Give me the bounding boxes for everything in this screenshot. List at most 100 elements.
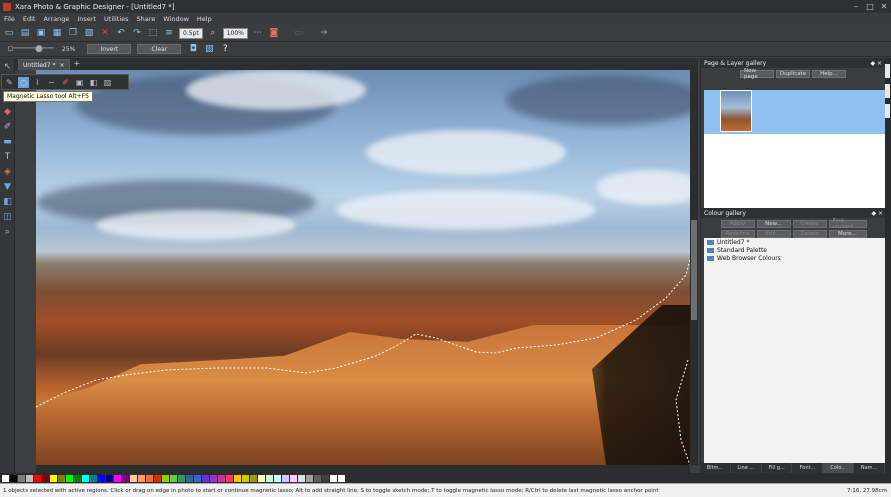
gallery-strip-tab[interactable] [885,64,890,78]
page-help-button[interactable]: Help... [812,70,846,78]
menu-help[interactable]: Help [197,15,212,23]
find-unused-button[interactable]: Find unused [828,218,867,230]
tab-font-gallery[interactable]: Font... [792,463,824,473]
palette-swatch[interactable] [34,474,41,482]
horizontal-scrollbar[interactable] [36,465,690,473]
palette-swatch[interactable] [226,474,233,482]
palette-swatch[interactable] [234,474,241,482]
menu-edit[interactable]: Edit [23,15,36,23]
slider-icon[interactable]: ▫────●── [3,43,58,55]
palette-swatch[interactable] [218,474,225,482]
palette-swatch[interactable] [42,474,49,482]
new-tab-button[interactable]: + [74,59,81,70]
apply-button[interactable]: Apply [720,220,755,228]
gallery-strip-tab[interactable] [885,104,890,118]
menu-share[interactable]: Share [137,15,156,23]
palette-swatch[interactable] [2,474,9,482]
palette-swatch[interactable] [194,474,201,482]
palette-swatch[interactable] [10,474,17,482]
gallery-strip-tab[interactable] [885,84,890,98]
palette-swatch[interactable] [186,474,193,482]
create-button[interactable]: Create [792,220,827,228]
copy-icon[interactable]: ❐ [67,27,79,39]
vertical-scrollbar[interactable] [690,70,698,465]
transparency-tool-icon[interactable]: ▼ [1,180,14,193]
palette-swatch[interactable] [154,474,161,482]
palette-swatch[interactable] [50,474,57,482]
mask-preview-icon[interactable]: ▨ [102,77,113,88]
palette-swatch[interactable] [322,474,329,482]
close-icon[interactable]: ✕ [877,2,891,11]
redo-icon[interactable]: ↷ [131,27,143,39]
palette-swatch[interactable] [58,474,65,482]
gallery-close-icon[interactable]: ◆ × [870,60,882,67]
magnetic-lasso-icon[interactable]: ◌ [18,76,29,88]
invert-button[interactable]: Invert [87,44,132,54]
palette-swatch[interactable] [122,474,129,482]
text-tool-icon[interactable]: T [1,150,14,163]
clear-button[interactable]: Clear [137,44,182,54]
palette-swatch[interactable] [242,474,249,482]
palette-swatch[interactable] [114,474,121,482]
palette-swatch[interactable] [26,474,33,482]
list-item[interactable]: Untitled7 * [704,238,886,246]
new-colour-button[interactable]: New... [756,220,791,228]
palette-swatch[interactable] [138,474,145,482]
palette-swatch[interactable] [338,474,345,482]
palette-swatch[interactable] [82,474,89,482]
rectangle-tool-icon[interactable]: ▬ [1,135,14,148]
tab-colour-gallery[interactable]: Colo... [823,463,855,473]
palette-swatch[interactable] [250,474,257,482]
mask-icon[interactable]: ▨ [203,43,215,55]
palette-swatch[interactable] [282,474,289,482]
feather-icon[interactable]: ✐ [60,77,71,88]
camera-icon[interactable]: ◘ [187,43,199,55]
palette-swatch[interactable] [274,474,281,482]
palette-swatch[interactable] [314,474,321,482]
menu-utilities[interactable]: Utilities [104,15,128,23]
redefine-button[interactable]: Redefine [720,230,755,238]
palette-swatch[interactable] [202,474,209,482]
scroll-thumb[interactable] [691,220,697,320]
line-width-select[interactable]: 0.5pt [179,27,203,39]
palette-swatch[interactable] [130,474,137,482]
arrow-right-icon[interactable]: ➔ [318,27,330,39]
palette-swatch[interactable] [74,474,81,482]
help-icon[interactable]: ? [219,43,231,55]
zoom-tools-icon[interactable]: ⋯ [252,27,264,39]
palette-swatch[interactable] [18,474,25,482]
tab-line-gallery[interactable]: Line ... [731,463,762,473]
save-icon[interactable]: ▣ [35,27,47,39]
menu-file[interactable]: File [4,15,15,23]
shadow-tool-icon[interactable]: ◧ [1,195,14,208]
maximize-icon[interactable]: □ [863,2,877,11]
split-mask-icon[interactable]: ◧ [88,77,99,88]
palette-swatch[interactable] [162,474,169,482]
colour-gallery-close-icon[interactable]: ◆ × [871,210,883,217]
palette-swatch[interactable] [98,474,105,482]
print-icon[interactable]: ▦ [51,27,63,39]
photo-canvas[interactable] [36,70,690,465]
transform-icon[interactable]: ⬚ [147,27,159,39]
tab-untitled7[interactable]: Untitled7 * × [18,59,70,70]
menu-insert[interactable]: Insert [77,15,96,23]
duplicate-button[interactable]: Duplicate [776,70,810,78]
menu-window[interactable]: Window [163,15,189,23]
bevel-tool-icon[interactable]: ◫ [1,210,14,223]
palette-swatch[interactable] [210,474,217,482]
pen-icon[interactable]: ✎ [4,77,15,88]
palette-swatch[interactable] [106,474,113,482]
delete-colour-button[interactable]: Delete [792,230,827,238]
tab-fill-gallery[interactable]: Fill g... [762,463,793,473]
palette-swatch[interactable] [298,474,305,482]
zoom-select[interactable]: 100% [222,27,248,39]
palette-swatch[interactable] [146,474,153,482]
tab-name-gallery[interactable]: Nam... [854,463,885,473]
edit-button[interactable]: Edit... [756,230,791,238]
tab-close-icon[interactable]: × [59,62,64,69]
photo-tool-icon[interactable]: ◙ [268,27,280,39]
brush-icon[interactable]: ⌇ [32,77,43,88]
open-icon[interactable]: ▤ [19,27,31,39]
page-thumbnail[interactable] [720,90,752,132]
selector-tool-icon[interactable]: ↖ [1,60,14,73]
